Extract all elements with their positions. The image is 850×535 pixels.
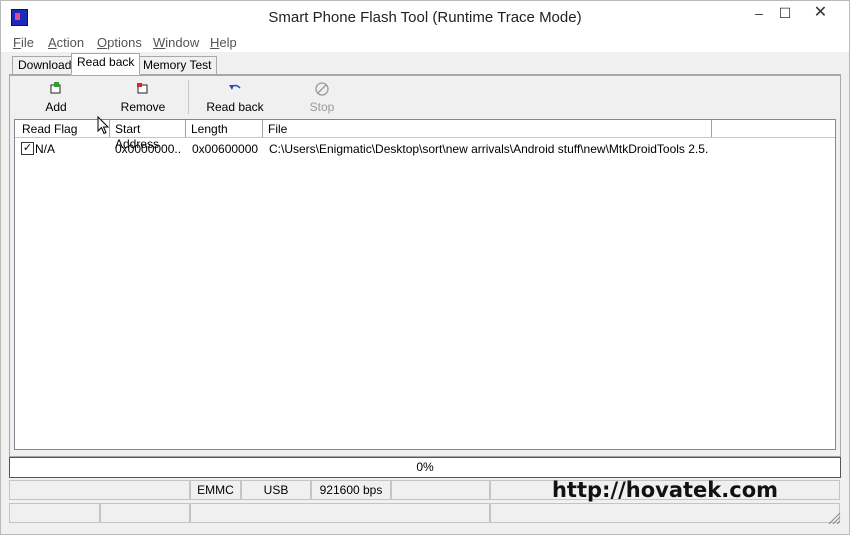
menu-file[interactable]: File <box>13 35 34 50</box>
status-cell-empty <box>391 480 490 500</box>
close-button[interactable]: ✕ <box>798 3 843 25</box>
status-cell-empty <box>100 503 190 523</box>
resize-grip-icon[interactable] <box>827 511 841 525</box>
status-cell-empty <box>490 503 840 523</box>
menu-window-label: indow <box>165 35 200 50</box>
cell-length: 0x00600000 <box>192 142 259 156</box>
add-icon <box>26 82 86 98</box>
read-flag-checkbox[interactable]: ✓ <box>21 142 34 155</box>
cell-start-address: 0x0000000... <box>115 142 181 156</box>
window-title: Smart Phone Flash Tool (Runtime Trace Mo… <box>268 9 582 26</box>
stop-button[interactable]: Stop <box>292 82 352 114</box>
column-divider[interactable] <box>109 120 110 137</box>
tab-read-back[interactable]: Read back <box>71 53 141 75</box>
progress-bar: 0% <box>9 457 841 478</box>
remove-label: Remove <box>120 100 166 114</box>
menu-help-label: elp <box>219 35 237 50</box>
status-storage: EMMC <box>190 480 241 500</box>
tab-strip: Download Read back Memory Test <box>1 52 849 75</box>
cell-flag: N/A <box>35 142 56 156</box>
column-divider[interactable] <box>262 120 263 137</box>
menu-help-mnemonic: H <box>210 35 220 50</box>
column-divider[interactable] <box>711 120 712 137</box>
menu-bar: File Action Options Window Help <box>1 32 849 52</box>
menu-window[interactable]: Window <box>153 35 199 50</box>
menu-file-mnemonic: F <box>13 35 21 50</box>
menu-options-label: ptions <box>107 35 142 50</box>
status-baud: 921600 bps <box>311 480 391 500</box>
read-back-button[interactable]: Read back <box>205 82 265 114</box>
mouse-pointer-icon <box>97 115 110 138</box>
remove-button[interactable]: Remove <box>113 82 173 114</box>
status-cell-empty <box>190 503 490 523</box>
remove-icon <box>113 82 173 98</box>
progress-text: 0% <box>416 460 434 474</box>
watermark-text: http://hovatek.com <box>490 480 840 501</box>
table-row[interactable]: ✓ N/A 0x0000000... 0x00600000 C:\Users\E… <box>15 140 835 157</box>
menu-action-label: ction <box>56 35 85 50</box>
menu-file-label: ile <box>20 35 34 50</box>
col-length[interactable]: Length <box>188 122 262 137</box>
cell-file: C:\Users\Enigmatic\Desktop\sort\new arri… <box>269 142 709 156</box>
menu-options[interactable]: Options <box>97 35 142 50</box>
toolbar-separator <box>188 80 189 114</box>
minimize-button[interactable]: – <box>746 3 772 25</box>
add-button[interactable]: Add <box>26 82 86 114</box>
status-cell-empty <box>9 480 190 500</box>
column-divider[interactable] <box>185 120 186 137</box>
read-back-list[interactable]: Read Flag Start Address Length File ✓ N/… <box>14 119 836 450</box>
tab-memory-test[interactable]: Memory Test <box>137 56 218 74</box>
stop-icon <box>292 82 352 98</box>
status-cell-empty <box>9 503 100 523</box>
col-file[interactable]: File <box>265 122 705 137</box>
col-start-address[interactable]: Start Address <box>112 122 186 151</box>
list-header: Read Flag Start Address Length File <box>15 120 835 151</box>
read-back-panel: Add Remove Read back Stop Read Flag Star… <box>9 74 841 457</box>
menu-options-mnemonic: O <box>97 35 108 50</box>
undo-arrow-icon <box>205 82 265 98</box>
main-window: Smart Phone Flash Tool (Runtime Trace Mo… <box>0 0 850 535</box>
maximize-button[interactable]: ☐ <box>772 3 798 25</box>
stop-label: Stop <box>309 100 335 114</box>
menu-action[interactable]: Action <box>48 35 84 50</box>
read-back-label: Read back <box>206 100 264 114</box>
add-label: Add <box>45 100 67 114</box>
menu-help[interactable]: Help <box>210 35 237 50</box>
status-port: USB <box>241 480 311 500</box>
menu-action-mnemonic: A <box>48 35 57 50</box>
title-bar[interactable]: Smart Phone Flash Tool (Runtime Trace Mo… <box>1 1 849 32</box>
menu-window-mnemonic: W <box>153 35 166 50</box>
tab-download[interactable]: Download <box>12 56 78 74</box>
